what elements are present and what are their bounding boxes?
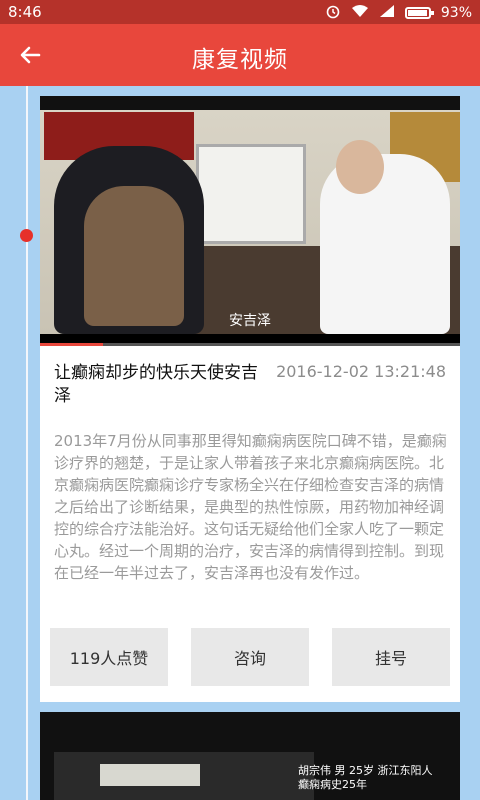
consult-button[interactable]: 咨询 <box>191 628 309 686</box>
wifi-icon <box>351 4 369 22</box>
page-title: 康复视频 <box>192 47 288 73</box>
video-frame-doctor-head <box>336 140 384 194</box>
video-frame-poster <box>100 764 200 786</box>
video-progress-fill <box>40 343 103 346</box>
video-caption: 胡宗伟 男 25岁 浙江东阳人 癫痫病史25年 <box>298 764 458 792</box>
video-caption: 安吉泽 <box>229 313 271 329</box>
status-icons: 93% <box>325 3 472 23</box>
video-description: 2013年7月份从同事那里得知癫痫病医院口碑不错，是癫痫诊疗界的翘楚，于是让家人… <box>54 432 447 582</box>
video-card-next[interactable]: 胡宗伟 男 25岁 浙江东阳人 癫痫病史25年 <box>40 712 460 800</box>
video-title[interactable]: 让癫痫却步的快乐天使安吉泽 <box>54 362 264 408</box>
timeline-line <box>26 86 28 800</box>
signal-icon <box>379 4 395 22</box>
like-button[interactable]: 119人点赞 <box>50 628 168 686</box>
status-time: 8:46 <box>8 3 42 21</box>
status-bar: 8:46 93% <box>0 0 480 24</box>
video-frame-whiteboard <box>196 144 306 244</box>
video-caption-line2: 癫痫病史25年 <box>298 778 367 791</box>
app-bar: 康复视频 <box>0 24 480 86</box>
battery-icon <box>404 7 434 19</box>
battery-level: 93% <box>440 5 472 21</box>
video-date: 2016-12-02 13:21:48 <box>276 362 446 381</box>
video-progress-bar[interactable] <box>40 343 460 346</box>
alarm-icon <box>325 3 341 23</box>
action-row: 119人点赞 咨询 挂号 <box>50 628 450 686</box>
video-frame-child <box>84 186 184 326</box>
video-card: 安吉泽 让癫痫却步的快乐天使安吉泽 2016-12-02 13:21:48 20… <box>40 96 460 702</box>
register-button[interactable]: 挂号 <box>332 628 450 686</box>
video-player[interactable]: 安吉泽 <box>40 96 460 344</box>
video-caption-line1: 胡宗伟 男 25岁 浙江东阳人 <box>298 764 433 777</box>
video-frame <box>54 752 314 800</box>
timeline-dot <box>20 229 33 242</box>
